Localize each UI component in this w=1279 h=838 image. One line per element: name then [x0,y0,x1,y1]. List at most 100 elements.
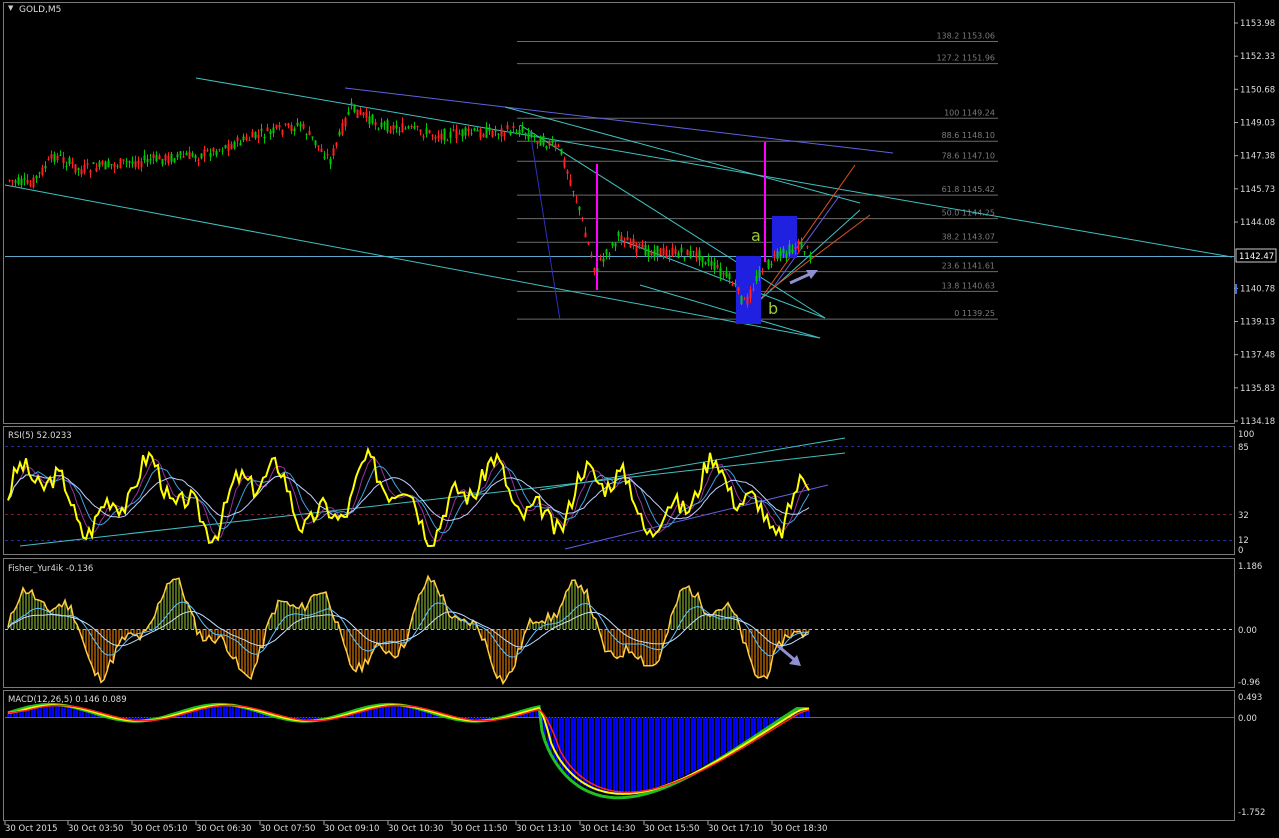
candle-body [380,122,383,128]
candle-body [704,262,707,265]
chart-menu-icon[interactable]: ▼ [8,4,14,12]
candle-body [170,154,173,162]
fib-level-label: 23.6 1141.61 [942,262,995,271]
fib-level-label: 0 1139.25 [954,309,995,318]
candle-body [626,237,629,241]
candle-body [608,254,611,256]
price-tick-label: 1147.38 [1240,152,1275,162]
candle-body [77,168,80,170]
candle-body [131,161,134,164]
candle-body [527,132,530,140]
candle-body [650,251,653,256]
candle-body [224,145,227,148]
candle-body [692,250,695,252]
candle-body [785,253,788,258]
candle-body [269,130,272,135]
candle-body [641,244,644,249]
candle-body [395,125,398,129]
candle-body [713,261,716,270]
candle-body [575,200,578,202]
candle-body [245,136,248,140]
rsi-level-32: 32 [1238,511,1249,521]
candle-body [284,123,287,125]
candle-body [554,144,557,149]
candle-body [68,157,71,165]
candle-body [596,268,599,272]
candle-body [386,120,389,132]
candle-body [464,127,467,136]
candle-body [254,131,257,139]
candle-body [458,133,461,135]
candle-body [671,247,674,256]
fisher-level-top: 1.186 [1238,562,1262,572]
candle-body [65,165,68,167]
candle-body [413,125,416,129]
candle-body [737,287,740,292]
candle-body [809,255,812,260]
candle-body [578,206,581,211]
candle-body [344,117,347,127]
fib-level-label: 100 1149.24 [944,108,995,117]
candle-body [461,129,464,137]
candle-body [605,249,608,254]
candle-body [701,256,704,263]
zone-box [736,256,761,324]
candle-body [584,232,587,238]
candle-body [782,248,785,254]
price-tick-label: 1149.03 [1240,119,1275,129]
candle-body [410,125,413,127]
price-tick-label: 1139.13 [1240,318,1275,328]
candle-body [755,276,758,282]
candle-body [788,244,791,255]
candle-body [437,135,440,138]
fib-level-label: 88.6 1148.10 [942,131,995,140]
price-tick-label: 1140.78 [1240,284,1275,294]
chart-canvas[interactable]: ▼ GOLD,M5 RSI(5) 52.0233 Fisher_Yur4ik -… [0,0,1279,834]
candle-body [515,133,518,135]
time-tick-label: 30 Oct 10:30 [388,824,443,834]
candle-body [14,180,17,183]
wave-label-a: a [751,226,761,245]
candle-body [485,127,488,138]
candle-body [230,144,233,150]
candle-body [425,128,428,135]
candle-body [731,284,734,286]
candle-body [449,131,452,138]
time-tick-label: 30 Oct 09:10 [324,824,379,834]
candle-body [479,129,482,138]
candle-body [680,247,683,253]
candle-body [53,154,56,162]
candle-body [530,132,533,137]
candle-body [470,133,473,135]
candle-body [212,147,215,152]
candle-body [455,129,458,139]
candle-body [263,137,266,139]
candle-body [623,242,626,244]
candle-body [62,157,65,163]
candle-body [743,298,746,300]
candle-body [272,127,275,133]
candle-body [233,141,236,149]
fib-level-label: 78.6 1147.10 [942,151,995,160]
price-tick-label: 1135.83 [1240,384,1275,394]
candle-body [446,140,449,142]
candle-body [191,153,194,157]
candle-body [32,177,35,188]
fisher-title: Fisher_Yur4ik -0.136 [8,564,93,574]
candle-body [149,159,152,161]
candle-body [179,151,182,155]
candle-body [167,155,170,164]
candle-body [581,217,584,220]
rsi-level-85: 85 [1238,443,1249,453]
candle-body [677,252,680,258]
candle-body [320,148,323,152]
candle-body [326,154,329,156]
fisher-level-bottom: -0.96 [1238,678,1260,688]
candle-body [26,179,29,184]
candle-body [434,136,437,139]
candle-body [194,155,197,159]
trading-chart[interactable]: ▼ GOLD,M5 RSI(5) 52.0233 Fisher_Yur4ik -… [0,0,1279,834]
candle-body [611,242,614,246]
candle-body [236,137,239,141]
candle-body [548,141,551,146]
